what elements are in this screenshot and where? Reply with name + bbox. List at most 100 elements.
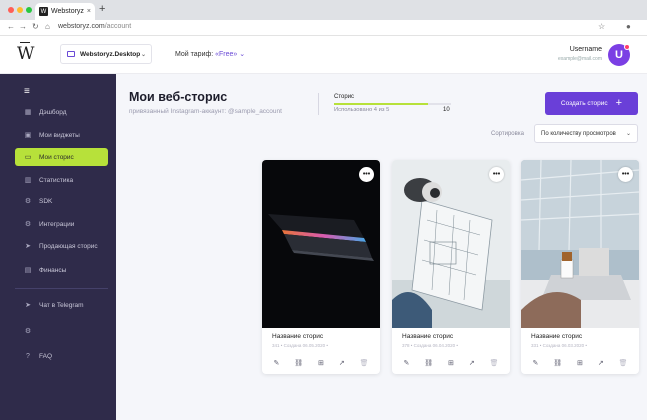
story-actions: ✎ ⛓ ⊞ ↗ 🗑: [392, 356, 510, 370]
sidebar-item-statistics[interactable]: ▥ Статистика: [15, 171, 108, 189]
sidebar-item-settings[interactable]: ⚙: [15, 322, 108, 340]
favicon-icon: W: [39, 7, 48, 16]
app-header: W Webstoryz.Desktop ⌄ Мой тариф: «Free» …: [0, 36, 647, 74]
stories-icon: ▭: [24, 154, 32, 161]
sort-select[interactable]: По количеству просмотров ⌄: [534, 124, 638, 143]
quota-used-text: Использовано 4 из 5: [334, 107, 390, 113]
finance-icon: ▤: [24, 267, 32, 274]
delete-icon[interactable]: 🗑: [490, 359, 499, 367]
story-meta: 331 • Создана 06.03.2020 •: [531, 343, 587, 348]
edit-icon[interactable]: ✎: [403, 359, 409, 367]
story-card[interactable]: ••• Название сторис 331 • Создана 06.03.…: [521, 160, 639, 374]
sidebar-item-telegram[interactable]: ➤ Чат в Telegram: [15, 296, 108, 314]
more-options-button[interactable]: •••: [618, 167, 633, 182]
sidebar-item-label: Чат в Telegram: [39, 301, 84, 309]
integrations-icon: ⚙: [24, 221, 32, 228]
structure-icon[interactable]: ⊞: [318, 359, 324, 367]
sidebar-item-dashboard[interactable]: ▦ Дэшборд: [15, 103, 108, 121]
logo-bar: [20, 42, 30, 43]
user-email: example@mail.com: [558, 56, 602, 62]
username[interactable]: Username: [540, 46, 602, 53]
create-story-button[interactable]: Создать сторис +: [545, 92, 638, 115]
minimize-window-dot[interactable]: [17, 7, 23, 13]
link-icon[interactable]: ⛓: [294, 359, 303, 367]
share-icon[interactable]: ↗: [469, 359, 475, 367]
project-selector[interactable]: Webstoryz.Desktop ⌄: [60, 44, 152, 64]
profile-icon[interactable]: ●: [626, 22, 631, 31]
sdk-icon: ⚙: [24, 198, 32, 205]
sidebar-item-integrations[interactable]: ⚙ Интеграции: [15, 215, 108, 233]
forward-icon[interactable]: →: [19, 22, 27, 31]
create-story-label: Создать сторис: [560, 100, 608, 107]
plan-value[interactable]: «Free»: [215, 51, 237, 58]
project-name: Webstoryz.Desktop: [80, 50, 141, 58]
quota-progress-fill: [334, 103, 428, 105]
sort-label: Сортировка: [491, 131, 524, 137]
sidebar-divider: [15, 288, 108, 289]
chevron-down-icon: ⌄: [625, 131, 631, 137]
main-content: Мои веб-сторис привязанный Instagram-акк…: [116, 74, 647, 420]
page-subtitle: привязанный Instagram-аккаунт: @sample_a…: [129, 108, 282, 115]
maximize-window-dot[interactable]: [26, 7, 32, 13]
close-tab-icon[interactable]: ×: [87, 8, 91, 15]
chevron-down-icon: ⌄: [239, 51, 246, 58]
monitor-icon: [67, 51, 75, 57]
link-icon[interactable]: ⛓: [553, 359, 562, 367]
story-preview-image[interactable]: •••: [521, 160, 639, 328]
sidebar-item-label: Статистика: [39, 176, 74, 184]
settings-icon: ⚙: [24, 328, 32, 335]
new-tab-icon[interactable]: +: [99, 3, 105, 15]
widgets-icon: ▣: [24, 132, 32, 139]
delete-icon[interactable]: 🗑: [360, 359, 369, 367]
sidebar-item-faq[interactable]: ? FAQ: [15, 347, 108, 365]
more-options-button[interactable]: •••: [489, 167, 504, 182]
sort-value: По количеству просмотров: [541, 130, 616, 137]
story-preview-image[interactable]: •••: [262, 160, 380, 328]
sidebar-item-sdk[interactable]: ⚙ SDK: [15, 192, 108, 210]
share-icon[interactable]: ↗: [598, 359, 604, 367]
page-title: Мои веб-сторис: [129, 90, 228, 104]
structure-icon[interactable]: ⊞: [577, 359, 583, 367]
story-actions: ✎ ⛓ ⊞ ↗ 🗑: [262, 356, 380, 370]
menu-icon[interactable]: ≡: [24, 86, 30, 97]
sidebar-item-label: FAQ: [39, 352, 53, 360]
story-name: Название сторис: [272, 333, 324, 340]
telegram-icon: ➤: [25, 302, 31, 309]
story-name: Название сторис: [402, 333, 454, 340]
quota-total: 10: [443, 107, 450, 113]
url-field[interactable]: webstoryz.com/account: [58, 23, 131, 30]
logo[interactable]: W: [17, 44, 34, 64]
plus-icon: +: [615, 97, 623, 109]
url-path: /account: [104, 23, 132, 30]
reload-icon[interactable]: ↻: [32, 22, 39, 31]
browser-tab[interactable]: W Webstoryz ×: [35, 3, 95, 20]
bookmark-star-icon[interactable]: ☆: [598, 22, 605, 31]
sidebar-item-finance[interactable]: ▤ Финансы: [15, 261, 108, 279]
delete-icon[interactable]: 🗑: [619, 359, 628, 367]
story-card[interactable]: ••• Название сторис 341 • Создана 06.05.…: [262, 160, 380, 374]
address-bar: ← → ↻ ⌂ webstoryz.com/account ☆ ●: [0, 20, 647, 36]
story-meta: 378 • Создана 06.04.2020 •: [402, 343, 458, 348]
story-actions: ✎ ⛓ ⊞ ↗ 🗑: [521, 356, 639, 370]
back-icon[interactable]: ←: [7, 22, 15, 31]
more-options-button[interactable]: •••: [359, 167, 374, 182]
story-meta: 341 • Создана 06.05.2020 •: [272, 343, 328, 348]
sidebar-item-widgets[interactable]: ▣ Мои виджеты: [15, 126, 108, 144]
chevron-down-icon: ⌄: [140, 51, 146, 58]
edit-icon[interactable]: ✎: [273, 359, 279, 367]
grid-icon: ▦: [24, 109, 32, 116]
plan-info[interactable]: Мой тариф: «Free» ⌄: [175, 50, 245, 58]
story-card[interactable]: ••• Название сторис 378 • Создана 06.04.…: [392, 160, 510, 374]
sidebar-item-stories[interactable]: ▭ Мои сторис: [15, 148, 108, 166]
share-icon[interactable]: ↗: [339, 359, 345, 367]
sidebar-item-selling-story[interactable]: ➤ Продающая сторис: [15, 237, 108, 255]
quota-label: Сторис: [334, 94, 355, 100]
browser-tabbar: W Webstoryz × +: [0, 0, 647, 20]
story-preview-image[interactable]: •••: [392, 160, 510, 328]
home-icon[interactable]: ⌂: [45, 22, 50, 31]
link-icon[interactable]: ⛓: [424, 359, 433, 367]
edit-icon[interactable]: ✎: [532, 359, 538, 367]
structure-icon[interactable]: ⊞: [448, 359, 454, 367]
close-window-dot[interactable]: [8, 7, 14, 13]
sidebar-item-label: Продающая сторис: [39, 242, 98, 250]
